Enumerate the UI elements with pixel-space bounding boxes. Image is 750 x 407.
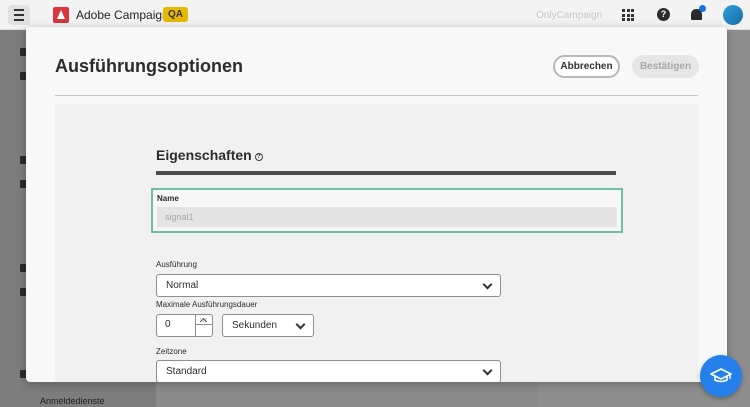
section-divider	[156, 171, 616, 175]
adobe-logo-icon	[53, 7, 69, 23]
max-duration-stepper[interactable]: 0	[156, 314, 213, 337]
cancel-button[interactable]: Abbrechen	[553, 55, 620, 78]
duration-unit-select[interactable]: Sekunden	[222, 314, 314, 337]
top-bar: Adobe Campaign QA OnlyCampaign ?	[0, 0, 750, 30]
timezone-label: Zeitzone	[156, 347, 187, 356]
info-icon[interactable]: ?	[254, 153, 263, 161]
section-title-text: Eigenschaften	[156, 147, 252, 163]
duration-unit-value: Sekunden	[232, 320, 278, 331]
chevron-down-icon	[482, 279, 493, 290]
name-label: Name	[157, 194, 179, 203]
menu-icon[interactable]	[8, 5, 30, 25]
section-title: Eigenschaften?	[156, 147, 263, 163]
execution-value: Normal	[166, 280, 199, 291]
avatar[interactable]	[723, 5, 743, 25]
decrement-icon[interactable]	[196, 315, 212, 325]
sidebar-item-label[interactable]: Anmeldedienste	[40, 396, 105, 406]
env-badge: QA	[163, 7, 188, 22]
apps-grid-icon[interactable]	[622, 9, 634, 21]
execution-options-dialog: Ausführungsoptionen Abbrechen Bestätigen…	[26, 27, 727, 382]
max-duration-label: Maximale Ausführungsdauer	[156, 300, 258, 309]
learn-button[interactable]	[700, 355, 742, 397]
execution-label: Ausführung	[156, 260, 197, 269]
chevron-down-icon	[482, 365, 493, 376]
max-duration-value[interactable]: 0	[165, 319, 171, 330]
name-input[interactable]: signal1	[157, 207, 617, 227]
stepper-buttons	[195, 315, 212, 336]
notification-dot	[699, 5, 706, 12]
divider	[55, 95, 698, 96]
timezone-value: Standard	[166, 366, 207, 377]
help-icon[interactable]: ?	[657, 8, 670, 21]
confirm-button[interactable]: Bestätigen	[632, 55, 699, 78]
org-switcher[interactable]: OnlyCampaign	[536, 10, 602, 21]
dialog-title: Ausführungsoptionen	[55, 56, 243, 76]
properties-panel: Eigenschaften? Name signal1 Ausführung N…	[55, 104, 698, 382]
name-field: Name signal1	[151, 188, 623, 233]
app-name: Adobe Campaign	[76, 8, 169, 22]
chevron-down-icon	[295, 319, 306, 330]
graduation-cap-icon	[710, 368, 732, 383]
timezone-select[interactable]: Standard	[156, 360, 501, 382]
execution-select[interactable]: Normal	[156, 274, 501, 297]
